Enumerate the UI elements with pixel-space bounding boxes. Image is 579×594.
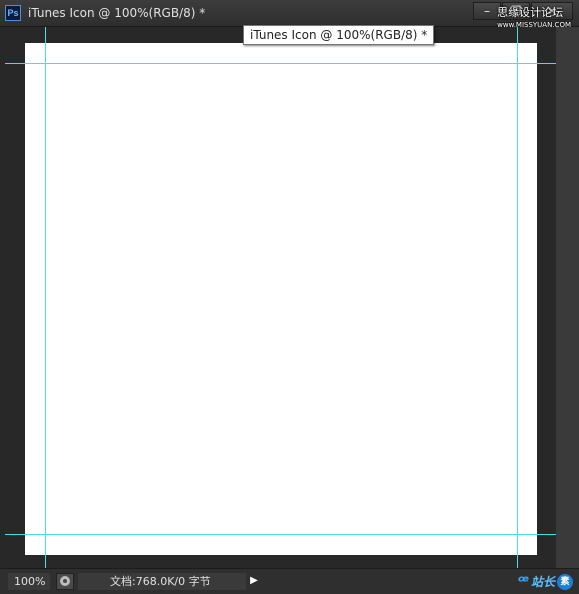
title-tooltip: iTunes Icon @ 100%(RGB/8) *	[243, 25, 435, 45]
guide-horizontal-bottom[interactable]	[5, 534, 556, 535]
circle-icon	[60, 576, 70, 586]
document-tab-title[interactable]: iTunes Icon @ 100%(RGB/8) *	[28, 5, 205, 21]
photoshop-document-window: Ps iTunes Icon @ 100%(RGB/8) * – ❐ ✕ 思缘设…	[0, 0, 579, 594]
logo-text: 站长	[530, 575, 555, 589]
guide-horizontal-top[interactable]	[5, 63, 556, 64]
zoom-level-field[interactable]: 100%	[8, 573, 50, 590]
watermark-bottom-logo: ꟹ 站长 素	[518, 571, 573, 593]
guide-vertical-left[interactable]	[45, 27, 46, 568]
title-bar[interactable]: Ps iTunes Icon @ 100%(RGB/8) * – ❐ ✕ 思缘设…	[0, 0, 579, 29]
photoshop-app-icon: Ps	[5, 5, 21, 21]
status-menu-button[interactable]	[56, 573, 74, 590]
guide-vertical-right[interactable]	[517, 27, 518, 568]
status-arrow-button[interactable]: ▶	[248, 574, 260, 588]
status-bar: 100% 文档:768.0K/0 字节 ▶ ꟹ 站长 素	[0, 568, 579, 594]
vertical-scroll-area[interactable]	[556, 27, 579, 568]
document-size-info: 文档:768.0K/0 字节	[78, 573, 246, 590]
logo-badge-icon: 素	[557, 574, 573, 590]
swirl-logo-icon: ꟹ	[517, 572, 529, 591]
minimize-icon: –	[484, 4, 490, 18]
document-canvas[interactable]	[25, 43, 537, 555]
